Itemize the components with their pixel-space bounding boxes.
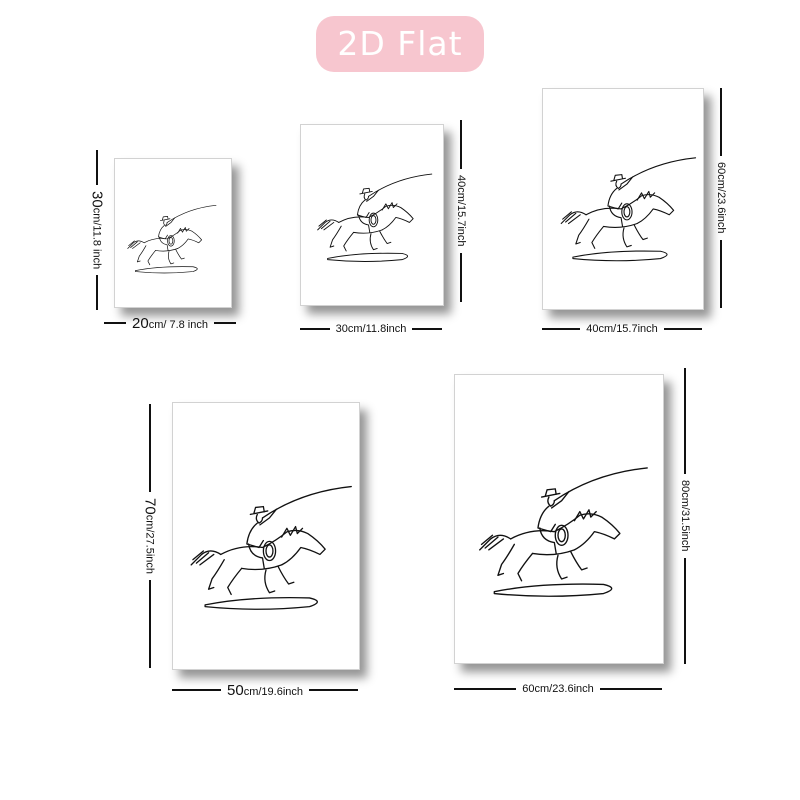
dimension-line xyxy=(149,404,151,492)
dimension-line xyxy=(684,557,686,665)
height-label: 30cm/11.8 inch xyxy=(88,190,106,270)
title-text: 2D Flat xyxy=(337,24,463,63)
dimension-line xyxy=(96,275,98,310)
dimension-line xyxy=(684,368,686,475)
poster-60x80 xyxy=(454,374,664,664)
horse-rider-artwork xyxy=(190,485,352,610)
dimension-line xyxy=(300,328,330,330)
dimension-line xyxy=(599,688,663,690)
width-label: 60cm/23.6inch xyxy=(522,683,594,695)
width-label: 40cm/15.7inch xyxy=(586,323,658,335)
dimension-line xyxy=(104,322,126,324)
poster-20x30 xyxy=(114,158,232,308)
dimension-line xyxy=(149,580,151,668)
height-dimension-30cm: 30cm/11.8 inch xyxy=(88,150,106,310)
dimension-line xyxy=(96,150,98,185)
title-badge: 2D Flat xyxy=(316,16,484,72)
width-dimension-20cm: 20cm/ 7.8 inch xyxy=(104,314,236,332)
dimension-line xyxy=(720,239,722,309)
height-label: 40cm/15.7inch xyxy=(455,175,467,247)
height-dimension-60cm: 60cm/23.6inch xyxy=(712,88,730,309)
height-dimension-80cm: 80cm/31.5inch xyxy=(676,368,694,665)
dimension-line xyxy=(542,328,581,330)
poster-40x60 xyxy=(542,88,704,310)
width-dimension-50cm: 50cm/19.6inch xyxy=(172,680,358,700)
dimension-line xyxy=(720,88,722,157)
dimension-line xyxy=(460,120,462,170)
width-dimension-30cm: 30cm/11.8inch xyxy=(300,320,443,338)
dimension-line xyxy=(172,689,221,691)
dimension-line xyxy=(454,688,517,690)
dimension-line xyxy=(460,252,462,303)
dimension-line xyxy=(214,322,236,324)
height-dimension-70cm: 70cm/27.5inch xyxy=(140,404,160,668)
horse-rider-artwork xyxy=(560,157,697,262)
width-label: 50cm/19.6inch xyxy=(227,681,303,699)
height-dimension-40cm: 40cm/15.7inch xyxy=(452,120,470,303)
width-label: 20cm/ 7.8 inch xyxy=(132,314,208,332)
width-dimension-40cm: 40cm/15.7inch xyxy=(542,320,703,338)
horse-rider-artwork xyxy=(127,204,217,274)
width-dimension-60cm: 60cm/23.6inch xyxy=(454,680,663,698)
height-label: 80cm/31.5inch xyxy=(679,480,691,552)
dimension-line xyxy=(663,328,703,330)
height-label: 70cm/27.5inch xyxy=(141,498,159,574)
poster-30x40 xyxy=(300,124,444,306)
horse-rider-artwork xyxy=(479,467,648,597)
horse-rider-artwork xyxy=(317,173,433,262)
width-label: 30cm/11.8inch xyxy=(335,323,407,335)
height-label: 60cm/23.6inch xyxy=(715,162,727,234)
poster-50x70 xyxy=(172,402,360,670)
dimension-line xyxy=(309,689,358,691)
dimension-line xyxy=(412,328,443,330)
